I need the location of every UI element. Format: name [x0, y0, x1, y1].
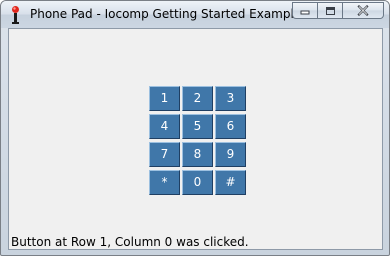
status-label: Button at Row 1, Column 0 was clicked. — [11, 235, 249, 249]
close-icon — [357, 5, 369, 16]
app-icon — [12, 6, 19, 24]
close-button[interactable] — [342, 2, 384, 19]
maximize-icon — [325, 6, 335, 15]
key-8[interactable]: 8 — [182, 142, 213, 167]
key-1[interactable]: 1 — [149, 86, 180, 111]
client-area: 1 2 3 4 5 6 7 8 9 * 0 # Button at Row 1,… — [8, 28, 383, 250]
phone-keypad: 1 2 3 4 5 6 7 8 9 * 0 # — [149, 86, 246, 197]
key-2[interactable]: 2 — [182, 86, 213, 111]
key-hash[interactable]: # — [215, 170, 246, 195]
key-0[interactable]: 0 — [182, 170, 213, 195]
title-bar[interactable]: Phone Pad - Iocomp Getting Started Examp… — [1, 1, 389, 28]
key-4[interactable]: 4 — [149, 114, 180, 139]
window-title: Phone Pad - Iocomp Getting Started Examp… — [30, 7, 302, 21]
maximize-button[interactable] — [317, 2, 342, 19]
caption-buttons — [292, 2, 384, 19]
key-star[interactable]: * — [149, 170, 180, 195]
key-9[interactable]: 9 — [215, 142, 246, 167]
key-5[interactable]: 5 — [182, 114, 213, 139]
minimize-icon — [300, 10, 309, 15]
minimize-button[interactable] — [292, 2, 317, 19]
key-6[interactable]: 6 — [215, 114, 246, 139]
key-3[interactable]: 3 — [215, 86, 246, 111]
app-window: Phone Pad - Iocomp Getting Started Examp… — [0, 0, 390, 256]
key-7[interactable]: 7 — [149, 142, 180, 167]
